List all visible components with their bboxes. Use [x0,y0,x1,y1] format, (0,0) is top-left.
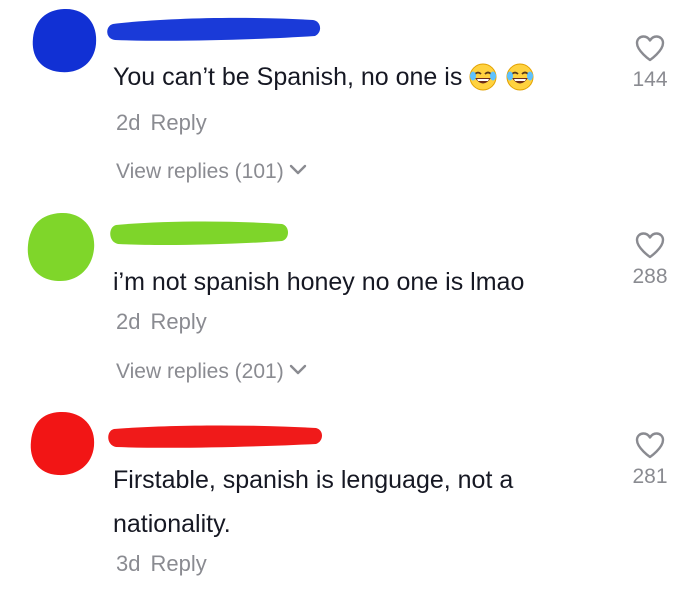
username-redacted[interactable] [104,419,326,453]
heart-icon[interactable] [634,431,666,459]
comment-2: i’m not spanish honey no one is lmao 2d R… [0,205,700,400]
reply-button[interactable]: Reply [150,110,206,135]
comment-text-content: i’m not spanish honey no one is lmao [113,268,525,296]
view-replies-button[interactable]: View replies (201) [116,360,308,384]
comment-text: You can’t be Spanish, no one is [113,56,535,99]
comment-meta: 2d Reply [116,309,207,335]
like-control[interactable]: 281 [620,431,680,489]
face-with-tears-of-joy-icon [506,63,534,91]
comment-meta: 3d Reply [116,551,207,577]
heart-icon[interactable] [634,231,666,259]
comment-text: i’m not spanish honey no one is lmao [113,261,524,303]
comment-meta: 2d Reply [116,110,207,136]
view-replies-label: View replies (101) [116,160,284,183]
chevron-down-icon [289,365,306,375]
heart-icon[interactable] [634,34,666,62]
emoji-group [468,54,535,96]
username-redacted[interactable] [103,12,325,46]
timestamp: 2d [116,309,141,334]
comment-1: You can’t be Spanish, no one is 2d Reply… [0,0,700,200]
view-replies-button[interactable]: View replies (101) [116,160,308,184]
like-control[interactable]: 144 [620,34,680,92]
timestamp: 3d [116,551,141,576]
avatar[interactable] [28,6,100,76]
timestamp: 2d [116,110,141,135]
comment-text-line-2: nationality. [113,503,231,545]
avatar[interactable] [26,409,98,479]
avatar[interactable] [23,209,99,285]
comment-text-content: Firstable, spanish is lenguage, not a [113,466,514,494]
username-redacted[interactable] [106,215,290,251]
reply-button[interactable]: Reply [150,309,206,334]
view-replies-label: View replies (201) [116,360,284,383]
like-count: 281 [632,465,668,488]
reply-button[interactable]: Reply [150,551,206,576]
comment-text-line-1: Firstable, spanish is lenguage, not a [113,459,513,501]
like-control[interactable]: 288 [620,231,680,289]
comment-text-content: nationality. [113,510,231,538]
like-count: 288 [632,265,668,288]
comment-3: Firstable, spanish is lenguage, not a na… [0,405,700,605]
comment-text-content: You can’t be Spanish, no one is [113,63,463,91]
face-with-tears-of-joy-icon [469,63,497,91]
like-count: 144 [632,68,668,91]
chevron-down-icon [289,165,306,175]
